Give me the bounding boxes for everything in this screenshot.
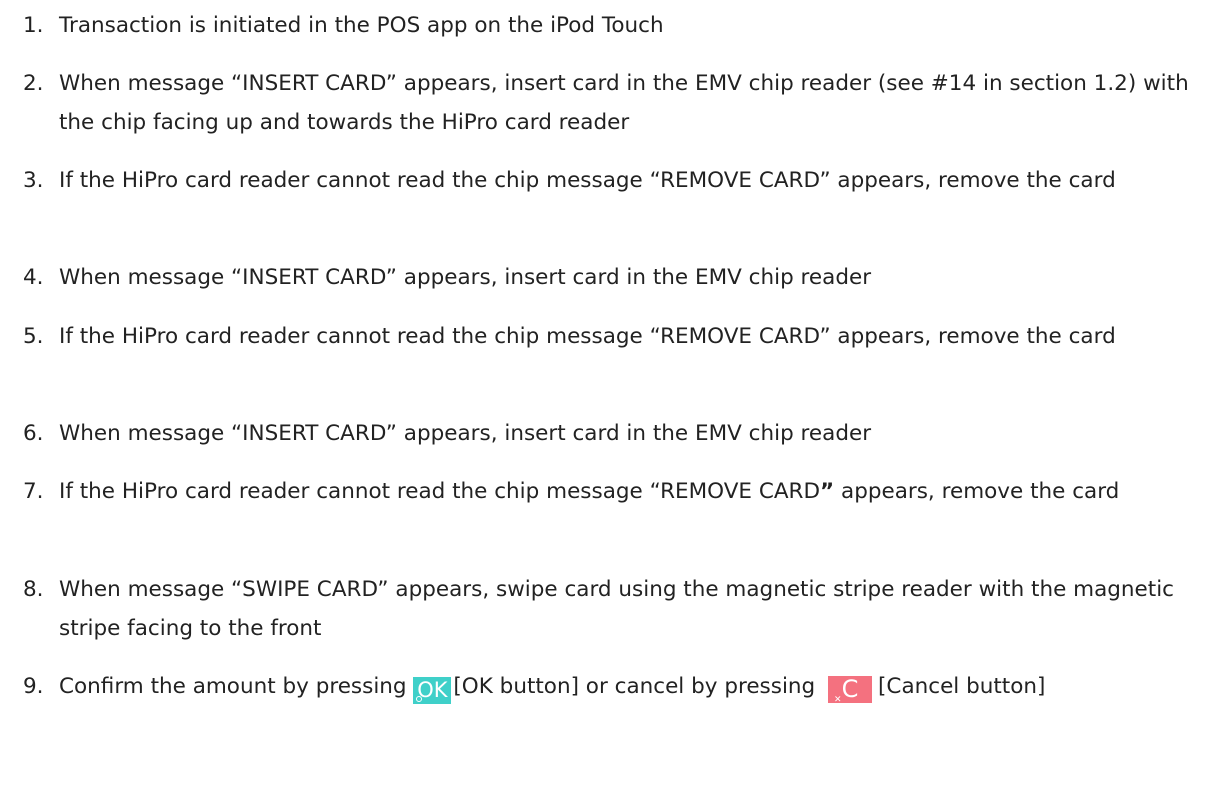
step-text: If the HiPro card reader cannot read the…: [59, 168, 1116, 193]
cancel-icon-label: C: [841, 675, 859, 703]
step-text-part2: [OK button] or cancel by pressing: [453, 674, 823, 699]
step-number: 1.: [23, 13, 44, 38]
step-4: 4. When message “INSERT CARD” appears, i…: [0, 258, 1215, 297]
step-number: 2.: [23, 71, 44, 96]
x-mark-icon: ✕: [834, 695, 842, 705]
step-text-part3: [Cancel button]: [878, 674, 1046, 699]
step-7: 7. If the HiPro card reader cannot read …: [0, 472, 1215, 511]
step-text: When message “INSERT CARD” appears, inse…: [59, 421, 872, 446]
ok-button-icon: OK: [413, 677, 452, 704]
step-2: 2. When message “INSERT CARD” appears, i…: [0, 64, 1215, 142]
step-text: When message “INSERT CARD” appears, inse…: [59, 265, 872, 290]
bold-closing-quote: ”: [820, 479, 835, 504]
step-number: 4.: [23, 265, 44, 290]
step-text-start: If the HiPro card reader cannot read the…: [59, 479, 821, 504]
step-3: 3. If the HiPro card reader cannot read …: [0, 161, 1215, 200]
step-number: 6.: [23, 421, 44, 446]
step-8: 8. When message “SWIPE CARD” appears, sw…: [0, 570, 1215, 648]
step-text: When message “INSERT CARD” appears, inse…: [59, 71, 1189, 135]
instruction-list: 1. Transaction is initiated in the POS a…: [0, 0, 1215, 812]
step-text: Transaction is initiated in the POS app …: [59, 13, 664, 38]
step-5: 5. If the HiPro card reader cannot read …: [0, 317, 1215, 356]
step-number: 9.: [23, 674, 44, 699]
step-9: 9. Confirm the amount by pressing OK [OK …: [0, 667, 1215, 706]
step-1: 1. Transaction is initiated in the POS a…: [0, 6, 1215, 45]
step-text: If the HiPro card reader cannot read the…: [59, 472, 1199, 511]
step-6: 6. When message “INSERT CARD” appears, i…: [0, 414, 1215, 453]
step-number: 8.: [23, 577, 44, 602]
cancel-button-icon: C ✕: [828, 675, 873, 705]
step-text-part1: Confirm the amount by pressing: [59, 674, 414, 699]
step-number: 3.: [23, 168, 44, 193]
step-text: If the HiPro card reader cannot read the…: [59, 324, 1116, 349]
step-number: 5.: [23, 324, 44, 349]
step-text: Confirm the amount by pressing OK [OK but…: [59, 667, 1199, 706]
step-text: When message “SWIPE CARD” appears, swipe…: [59, 577, 1174, 641]
step-text-end: appears, remove the card: [834, 479, 1120, 504]
step-number: 7.: [23, 479, 44, 504]
